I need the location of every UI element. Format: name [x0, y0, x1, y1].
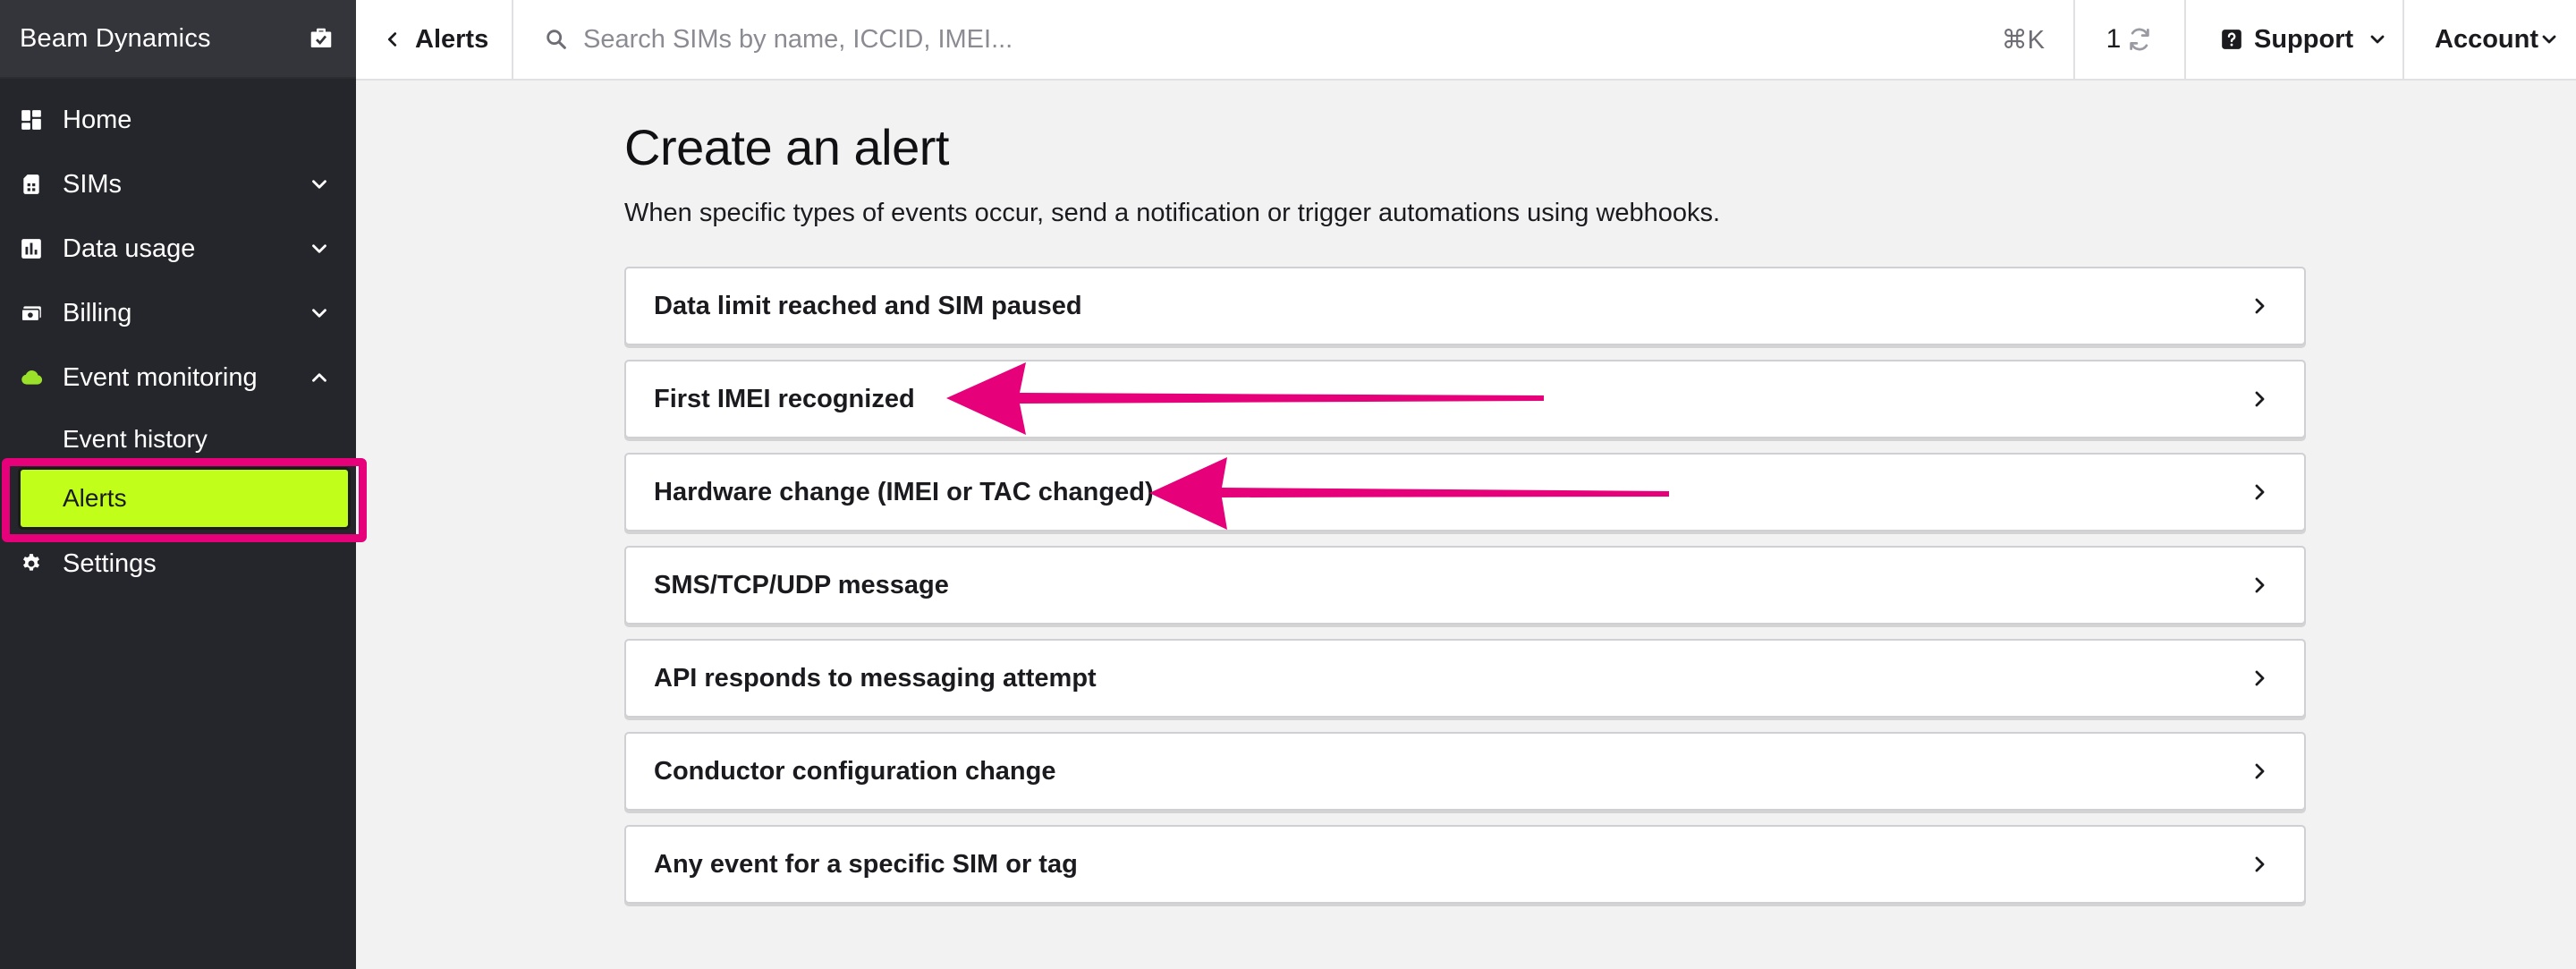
gear-icon	[20, 552, 43, 575]
alert-option-conductor-config[interactable]: Conductor configuration change	[624, 732, 2306, 811]
chevron-up-icon	[308, 366, 331, 389]
back-button[interactable]: Alerts	[356, 0, 513, 79]
chevron-down-icon	[308, 173, 331, 196]
sim-card-icon	[20, 173, 43, 196]
chevron-right-icon	[2249, 388, 2270, 410]
org-name: Beam Dynamics	[20, 23, 211, 53]
org-switcher[interactable]: Beam Dynamics	[0, 0, 356, 79]
sidebar-item-label: Event monitoring	[63, 362, 258, 392]
sidebar: Beam Dynamics Home SIMs Data usage Billi…	[0, 0, 367, 969]
account-menu-button[interactable]: Account	[2402, 0, 2576, 79]
sidebar-item-label: Home	[63, 105, 132, 134]
sync-count: 1	[2106, 24, 2122, 54]
grid-icon	[20, 108, 43, 132]
page-description: When specific types of events occur, sen…	[624, 199, 1721, 227]
sync-status-button[interactable]: 1	[2073, 0, 2184, 79]
help-icon	[2220, 28, 2243, 51]
back-button-label: Alerts	[415, 24, 489, 54]
sidebar-item-label: SIMs	[63, 169, 123, 199]
alert-option-label: SMS/TCP/UDP message	[654, 570, 949, 599]
search-icon	[544, 27, 569, 52]
alert-option-label: Conductor configuration change	[654, 756, 1056, 786]
alert-option-data-limit[interactable]: Data limit reached and SIM paused	[624, 267, 2306, 345]
bar-chart-icon	[20, 237, 43, 260]
page-title: Create an alert	[624, 119, 949, 175]
search-input[interactable]	[583, 16, 1925, 63]
chevron-right-icon	[2249, 481, 2270, 503]
support-menu-button[interactable]: Support	[2184, 0, 2402, 79]
sidebar-subitem-event-history[interactable]: Event history	[63, 425, 208, 454]
account-label: Account	[2435, 24, 2538, 54]
alert-option-api-responds[interactable]: API responds to messaging attempt	[624, 639, 2306, 718]
briefcase-check-icon	[308, 25, 335, 52]
alert-option-sms-tcp-udp[interactable]: SMS/TCP/UDP message	[624, 546, 2306, 625]
sidebar-subitem-label: Alerts	[63, 484, 127, 512]
alert-option-label: Any event for a specific SIM or tag	[654, 849, 1078, 879]
keyboard-shortcut-hint: ⌘K	[2001, 25, 2045, 55]
sidebar-item-billing[interactable]: Billing	[0, 286, 356, 340]
chevron-down-icon	[308, 302, 331, 325]
chevron-right-icon	[2249, 761, 2270, 782]
sidebar-item-settings[interactable]: Settings	[0, 537, 356, 591]
sidebar-item-home[interactable]: Home	[0, 93, 356, 147]
sidebar-item-label: Settings	[63, 548, 157, 578]
alert-option-any-event[interactable]: Any event for a specific SIM or tag	[624, 825, 2306, 904]
alert-option-label: API responds to messaging attempt	[654, 663, 1097, 693]
alert-option-label: First IMEI recognized	[654, 384, 915, 413]
chevron-down-icon	[2367, 29, 2388, 50]
money-icon	[20, 302, 43, 325]
chevron-right-icon	[2249, 574, 2270, 596]
chevron-down-icon	[308, 237, 331, 260]
chevron-down-icon	[2538, 29, 2560, 50]
sidebar-item-label: Billing	[63, 298, 132, 327]
chevron-left-icon	[383, 30, 402, 49]
sidebar-item-data-usage[interactable]: Data usage	[0, 222, 356, 276]
sidebar-item-sims[interactable]: SIMs	[0, 157, 356, 211]
chevron-right-icon	[2249, 667, 2270, 689]
sidebar-item-event-monitoring[interactable]: Event monitoring	[0, 351, 356, 404]
alert-option-label: Data limit reached and SIM paused	[654, 291, 1082, 320]
alert-option-label: Hardware change (IMEI or TAC changed)	[654, 477, 1154, 506]
sidebar-subitem-alerts[interactable]: Alerts	[18, 467, 351, 530]
chevron-right-icon	[2249, 295, 2270, 317]
support-label: Support	[2254, 24, 2354, 54]
cloud-icon	[20, 366, 43, 389]
sidebar-item-label: Data usage	[63, 234, 196, 263]
chevron-right-icon	[2249, 854, 2270, 875]
top-bar: Alerts ⌘K 1 Support Account	[356, 0, 2576, 81]
refresh-icon	[2126, 26, 2153, 53]
alert-option-first-imei[interactable]: First IMEI recognized	[624, 360, 2306, 438]
alert-option-hardware-change[interactable]: Hardware change (IMEI or TAC changed)	[624, 453, 2306, 531]
search-bar: ⌘K	[515, 0, 2073, 79]
